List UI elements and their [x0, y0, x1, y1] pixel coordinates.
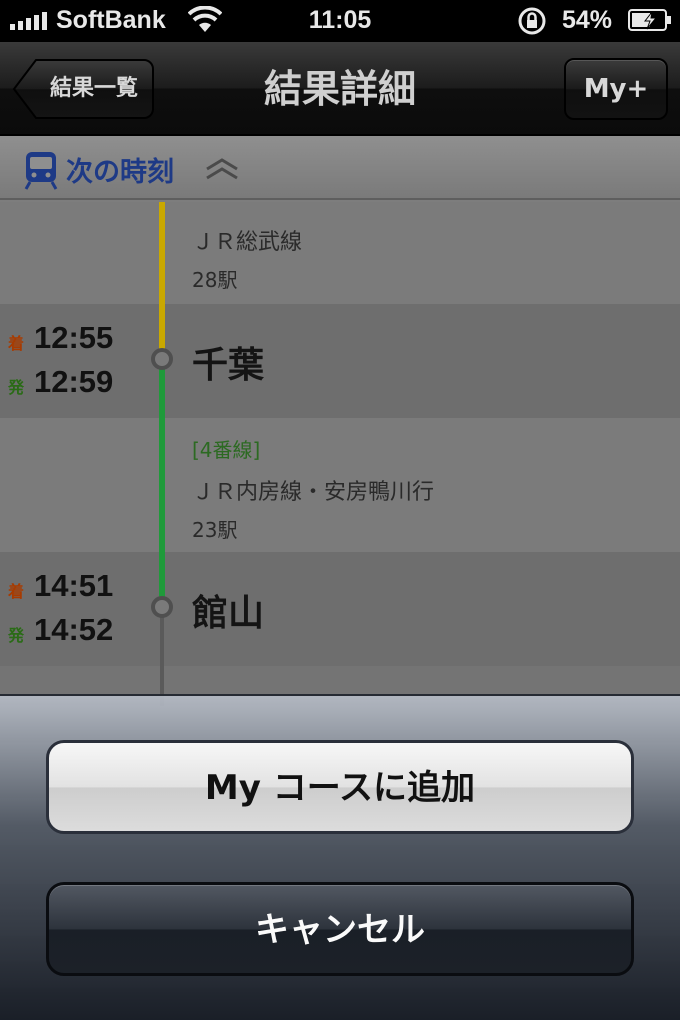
station-node — [151, 348, 173, 370]
battery-percentage: 54% — [562, 6, 613, 34]
train-icon — [24, 152, 58, 190]
station-count: 23駅 — [192, 518, 238, 542]
action-sheet: My コースに追加 キャンセル — [0, 694, 680, 1020]
station-count: 28駅 — [192, 268, 238, 292]
station-row[interactable]: 着 14:51 発 14:52 館山 — [0, 552, 680, 666]
arrival-time: 14:51 — [34, 568, 114, 603]
departure-time: 14:52 — [34, 612, 114, 647]
station-node — [151, 596, 173, 618]
my-plus-button[interactable]: My+ — [564, 58, 668, 120]
route-segment: ＪＲ総武線 28駅 — [0, 202, 680, 304]
next-time-bar[interactable]: 次の時刻 — [0, 136, 680, 200]
line-segment-uchibo — [159, 418, 165, 552]
arrival-mark: 着 — [8, 582, 25, 601]
rotation-lock-icon — [518, 7, 546, 35]
line-name: ＪＲ総武線 — [192, 230, 303, 255]
departure-mark: 発 — [8, 378, 25, 397]
add-to-my-course-button[interactable]: My コースに追加 — [46, 740, 634, 834]
track-number: [4番線] — [192, 438, 261, 462]
arrival-mark: 着 — [8, 334, 25, 353]
next-time-label: 次の時刻 — [66, 157, 174, 188]
navigation-bar: 結果一覧 結果詳細 My+ — [0, 42, 680, 136]
page-title: 結果詳細 — [263, 67, 416, 111]
station-row[interactable]: 着 12:55 発 12:59 千葉 — [0, 304, 680, 418]
back-button[interactable]: 結果一覧 — [12, 58, 154, 120]
chevron-up-icon — [206, 158, 238, 180]
station-name: 館山 — [192, 593, 265, 634]
back-button-label: 結果一覧 — [49, 76, 138, 101]
departure-time: 12:59 — [34, 364, 114, 399]
cancel-button[interactable]: キャンセル — [46, 882, 634, 976]
arrival-time: 12:55 — [34, 320, 114, 355]
departure-mark: 発 — [8, 626, 25, 645]
status-bar: SoftBank 11:05 54% — [0, 0, 680, 42]
station-name: 千葉 — [192, 345, 265, 386]
route-segment: [4番線] ＪＲ内房線・安房鴨川行 23駅 — [0, 418, 680, 552]
battery-charging-icon — [628, 9, 671, 31]
line-name: ＪＲ内房線・安房鴨川行 — [192, 480, 435, 505]
line-segment-sobu — [159, 202, 165, 304]
